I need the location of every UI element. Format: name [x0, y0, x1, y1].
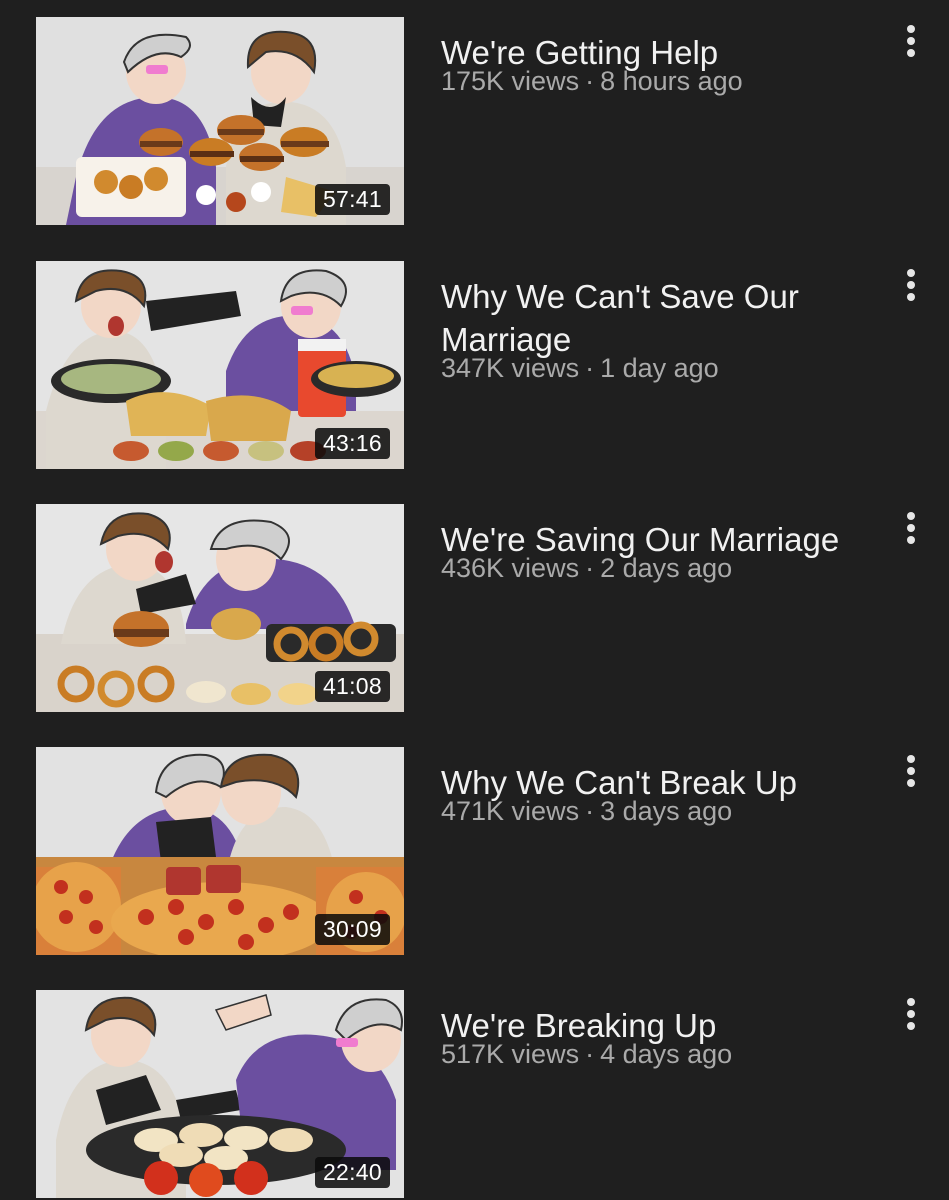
upload-age: 8 hours ago: [600, 66, 743, 96]
upload-age: 3 days ago: [600, 796, 733, 826]
video-thumbnail[interactable]: 57:41: [36, 17, 404, 225]
video-item[interactable]: 22:40 We're Breaking Up 517K views · 4 day…: [0, 990, 949, 1200]
view-count: 471K views: [441, 796, 580, 826]
more-vertical-icon[interactable]: [898, 990, 926, 1040]
video-duration: 22:40: [314, 1157, 390, 1188]
video-thumbnail[interactable]: 43:16: [36, 261, 404, 469]
video-item[interactable]: 41:08 We're Saving Our Marriage 436K vie…: [0, 504, 949, 714]
video-item[interactable]: 57:41 We're Getting Help 175K views · 8 ho…: [0, 17, 949, 227]
upload-age: 2 days ago: [600, 553, 733, 583]
upload-age: 4 days ago: [600, 1039, 733, 1069]
video-meta: 436K views · 2 days ago: [441, 551, 732, 585]
video-duration: 41:08: [314, 671, 390, 702]
meta-separator: ·: [585, 353, 595, 383]
video-duration: 57:41: [314, 184, 390, 215]
meta-separator: ·: [585, 553, 595, 583]
video-meta: 347K views · 1 day ago: [441, 351, 719, 385]
view-count: 517K views: [441, 1039, 580, 1069]
video-meta: 517K views · 4 days ago: [441, 1037, 732, 1071]
video-item[interactable]: 43:16 Why We Can't Save Our Marriage 347…: [0, 261, 949, 471]
more-vertical-icon[interactable]: [898, 504, 926, 554]
video-meta: 471K views · 3 days ago: [441, 794, 732, 828]
meta-separator: ·: [585, 796, 595, 826]
video-meta: 175K views · 8 hours ago: [441, 64, 743, 98]
view-count: 175K views: [441, 66, 580, 96]
video-item[interactable]: 30:09 Why We Can't Break Up 471K views · 3…: [0, 747, 949, 957]
view-count: 436K views: [441, 553, 580, 583]
more-vertical-icon[interactable]: [898, 747, 926, 797]
meta-separator: ·: [585, 1039, 595, 1069]
meta-separator: ·: [585, 66, 595, 96]
video-duration: 30:09: [314, 914, 390, 945]
video-thumbnail[interactable]: 22:40: [36, 990, 404, 1198]
video-duration: 43:16: [314, 428, 390, 459]
upload-age: 1 day ago: [600, 353, 719, 383]
video-thumbnail[interactable]: 41:08: [36, 504, 404, 712]
more-vertical-icon[interactable]: [898, 17, 926, 67]
view-count: 347K views: [441, 353, 580, 383]
more-vertical-icon[interactable]: [898, 261, 926, 311]
video-title[interactable]: Why We Can't Save Our Marriage: [441, 275, 881, 361]
video-thumbnail[interactable]: 30:09: [36, 747, 404, 955]
